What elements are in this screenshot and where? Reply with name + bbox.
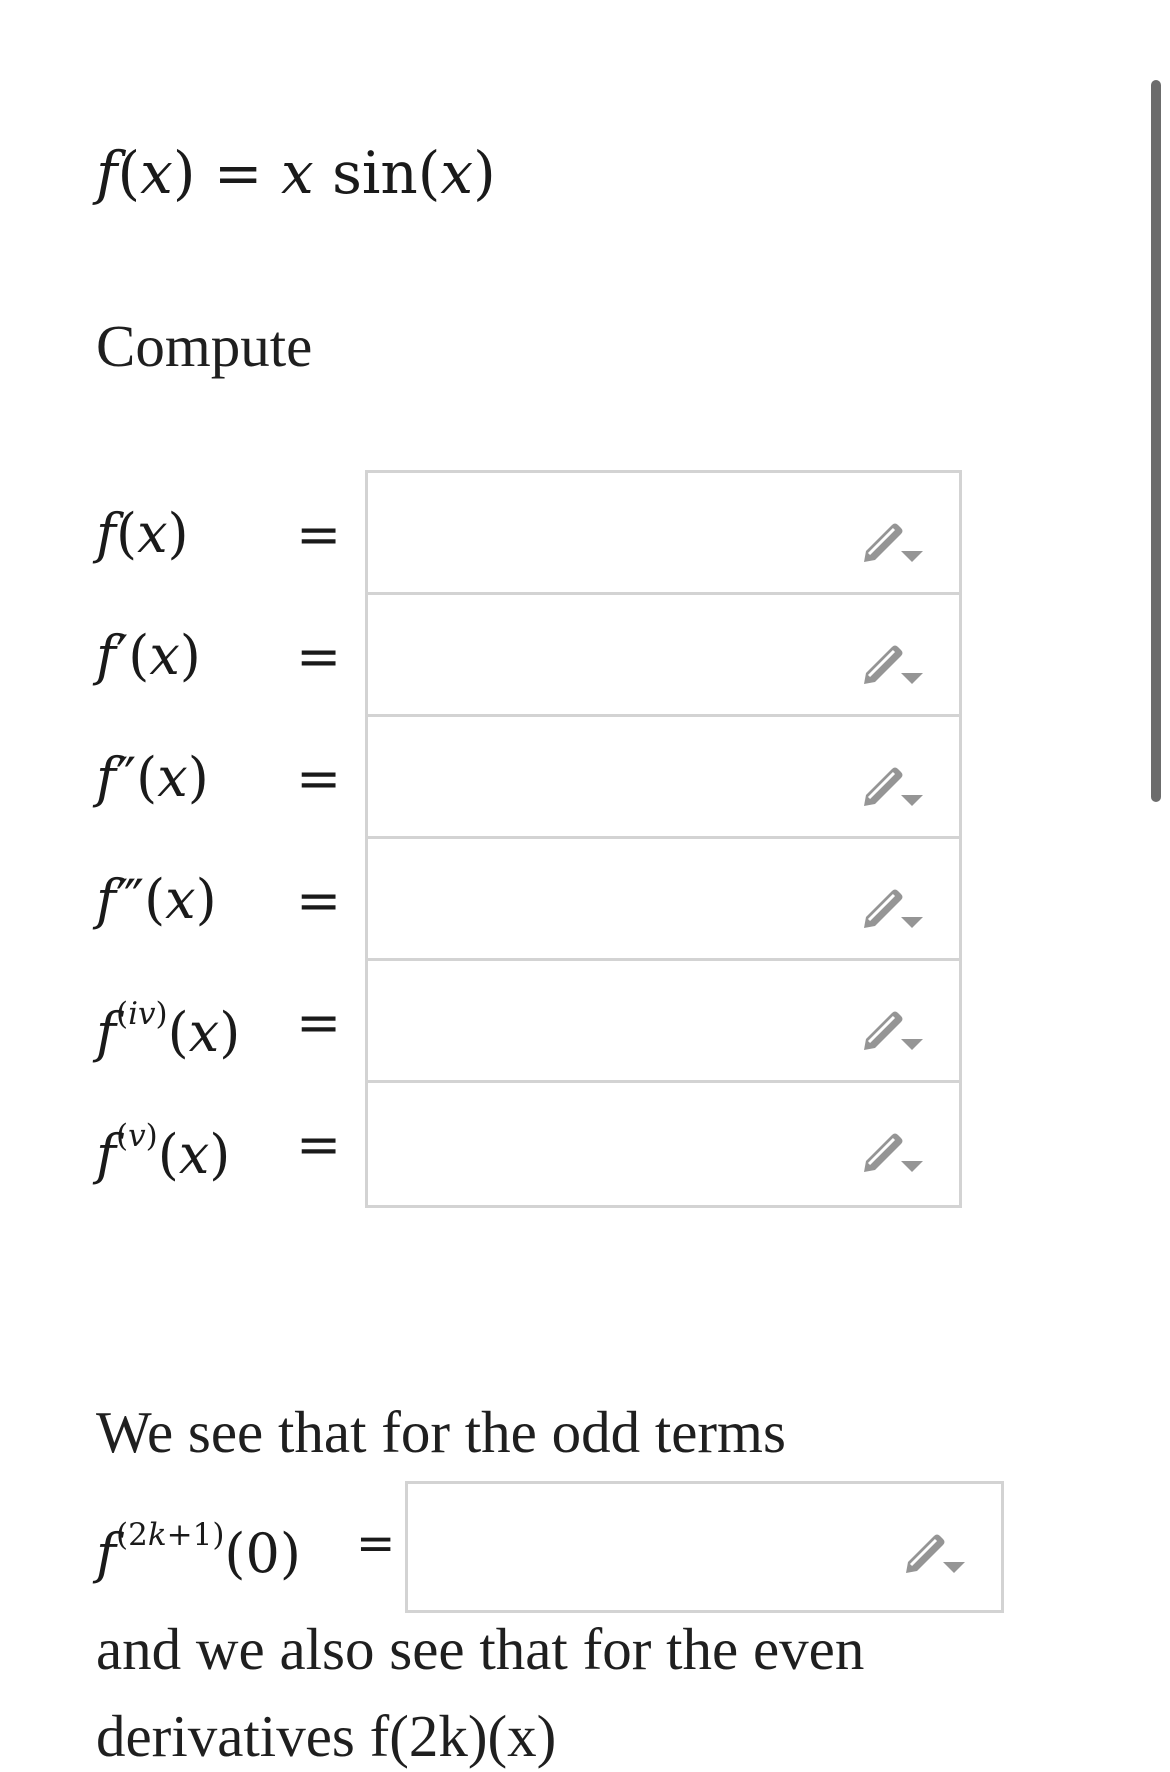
equals-sign-5: = xyxy=(296,1113,342,1176)
edit-icon[interactable] xyxy=(858,883,930,931)
answer-field-f-prime[interactable] xyxy=(365,592,962,720)
equals-sign-3: = xyxy=(296,869,342,932)
answer-field-odd-terms[interactable] xyxy=(405,1481,1004,1613)
derivative-row-2: f″(x) = xyxy=(96,714,966,846)
answer-field-f-triple-prime[interactable] xyxy=(365,836,962,964)
derivative-row-5: f(v)(x) = xyxy=(96,1080,966,1212)
equals-sign-4: = xyxy=(296,991,342,1054)
edit-icon[interactable] xyxy=(858,1127,930,1175)
derivative-row-3: f‴(x) = xyxy=(96,836,966,968)
vertical-scrollbar[interactable] xyxy=(1151,80,1161,802)
odd-terms-text: We see that for the odd terms xyxy=(96,1399,786,1465)
edit-icon[interactable] xyxy=(858,761,930,809)
answer-field-f-fourth[interactable] xyxy=(365,958,962,1086)
truncated-derivatives-text: derivatives f(2k)(x) xyxy=(96,1703,557,1769)
derivative-row-4: f(iv)(x) = xyxy=(96,958,966,1090)
derivative-label-5: f(v)(x) xyxy=(96,1118,231,1186)
edit-icon[interactable] xyxy=(858,517,930,565)
edit-icon[interactable] xyxy=(900,1528,972,1576)
even-terms-text: and we also see that for the even xyxy=(96,1616,865,1682)
function-definition: f(x) = x sin(x) xyxy=(96,139,496,207)
derivative-row-1: f′(x) = xyxy=(96,592,966,724)
answer-field-f-double-prime[interactable] xyxy=(365,714,962,842)
equals-sign-2: = xyxy=(296,747,342,810)
odd-term-label: f(2k+1)(0) xyxy=(96,1517,301,1585)
odd-term-row: f(2k+1)(0) = xyxy=(96,1481,1006,1613)
derivative-label-2: f″(x) xyxy=(96,746,209,809)
derivative-label-0: f(x) xyxy=(96,502,189,565)
edit-icon[interactable] xyxy=(858,1005,930,1053)
edit-icon[interactable] xyxy=(858,639,930,687)
derivative-row-0: f(x) = xyxy=(96,470,966,602)
answer-field-f[interactable] xyxy=(365,470,962,598)
odd-equals-sign: = xyxy=(356,1516,396,1571)
derivative-label-1: f′(x) xyxy=(96,624,201,687)
answer-field-f-fifth[interactable] xyxy=(365,1080,962,1208)
compute-label: Compute xyxy=(96,313,313,379)
derivative-label-4: f(iv)(x) xyxy=(96,996,241,1064)
equals-sign-1: = xyxy=(296,625,342,688)
equals-sign-0: = xyxy=(296,503,342,566)
derivative-label-3: f‴(x) xyxy=(96,868,217,931)
